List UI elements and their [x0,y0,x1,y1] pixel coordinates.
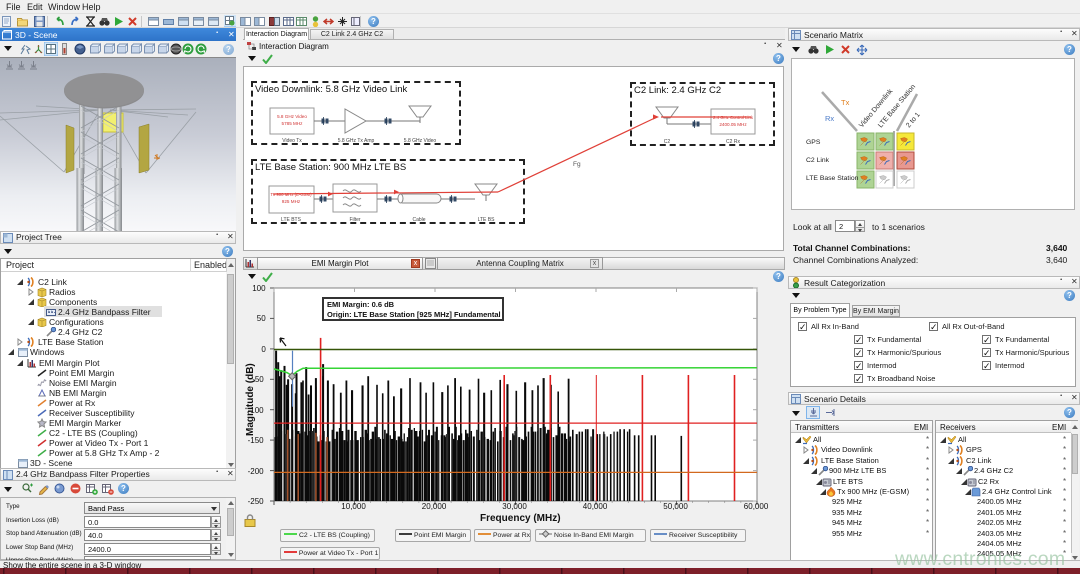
svg-text:C2 Rx: C2 Rx [726,139,740,145]
svg-text:2 to 1: 2 to 1 [905,111,922,129]
svg-text:5.8 GHz Tx Amp: 5.8 GHz Tx Amp [338,138,375,144]
svg-text:LTE Base Station: LTE Base Station [806,175,859,182]
svg-text:Cable: Cable [412,217,425,223]
svg-text:LTE BS: LTE BS [478,217,496,223]
svg-text:Fg: Fg [573,161,581,168]
svg-text:Rx: Rx [825,114,834,123]
svg-text:Filter: Filter [349,217,360,223]
svg-text:Tx: Tx [841,98,850,107]
svg-text:Video Tx: Video Tx [282,138,302,144]
svg-text:2400.05 MHz: 2400.05 MHz [719,122,747,127]
svg-text:GPS: GPS [806,139,821,146]
svg-text:5.8 GHz Video: 5.8 GHz Video [404,138,437,144]
svg-text:Video Downlink: Video Downlink [858,88,895,130]
svg-text:C2 Link: C2 Link [806,157,830,164]
svg-text:925 MHz: 925 MHz [282,199,301,204]
svg-text:5.8 GHz Video: 5.8 GHz Video [277,114,307,119]
svg-text:LTE BTS: LTE BTS [281,217,302,223]
svg-text:5785 MHz: 5785 MHz [282,121,304,126]
svg-text:C2: C2 [664,139,671,145]
